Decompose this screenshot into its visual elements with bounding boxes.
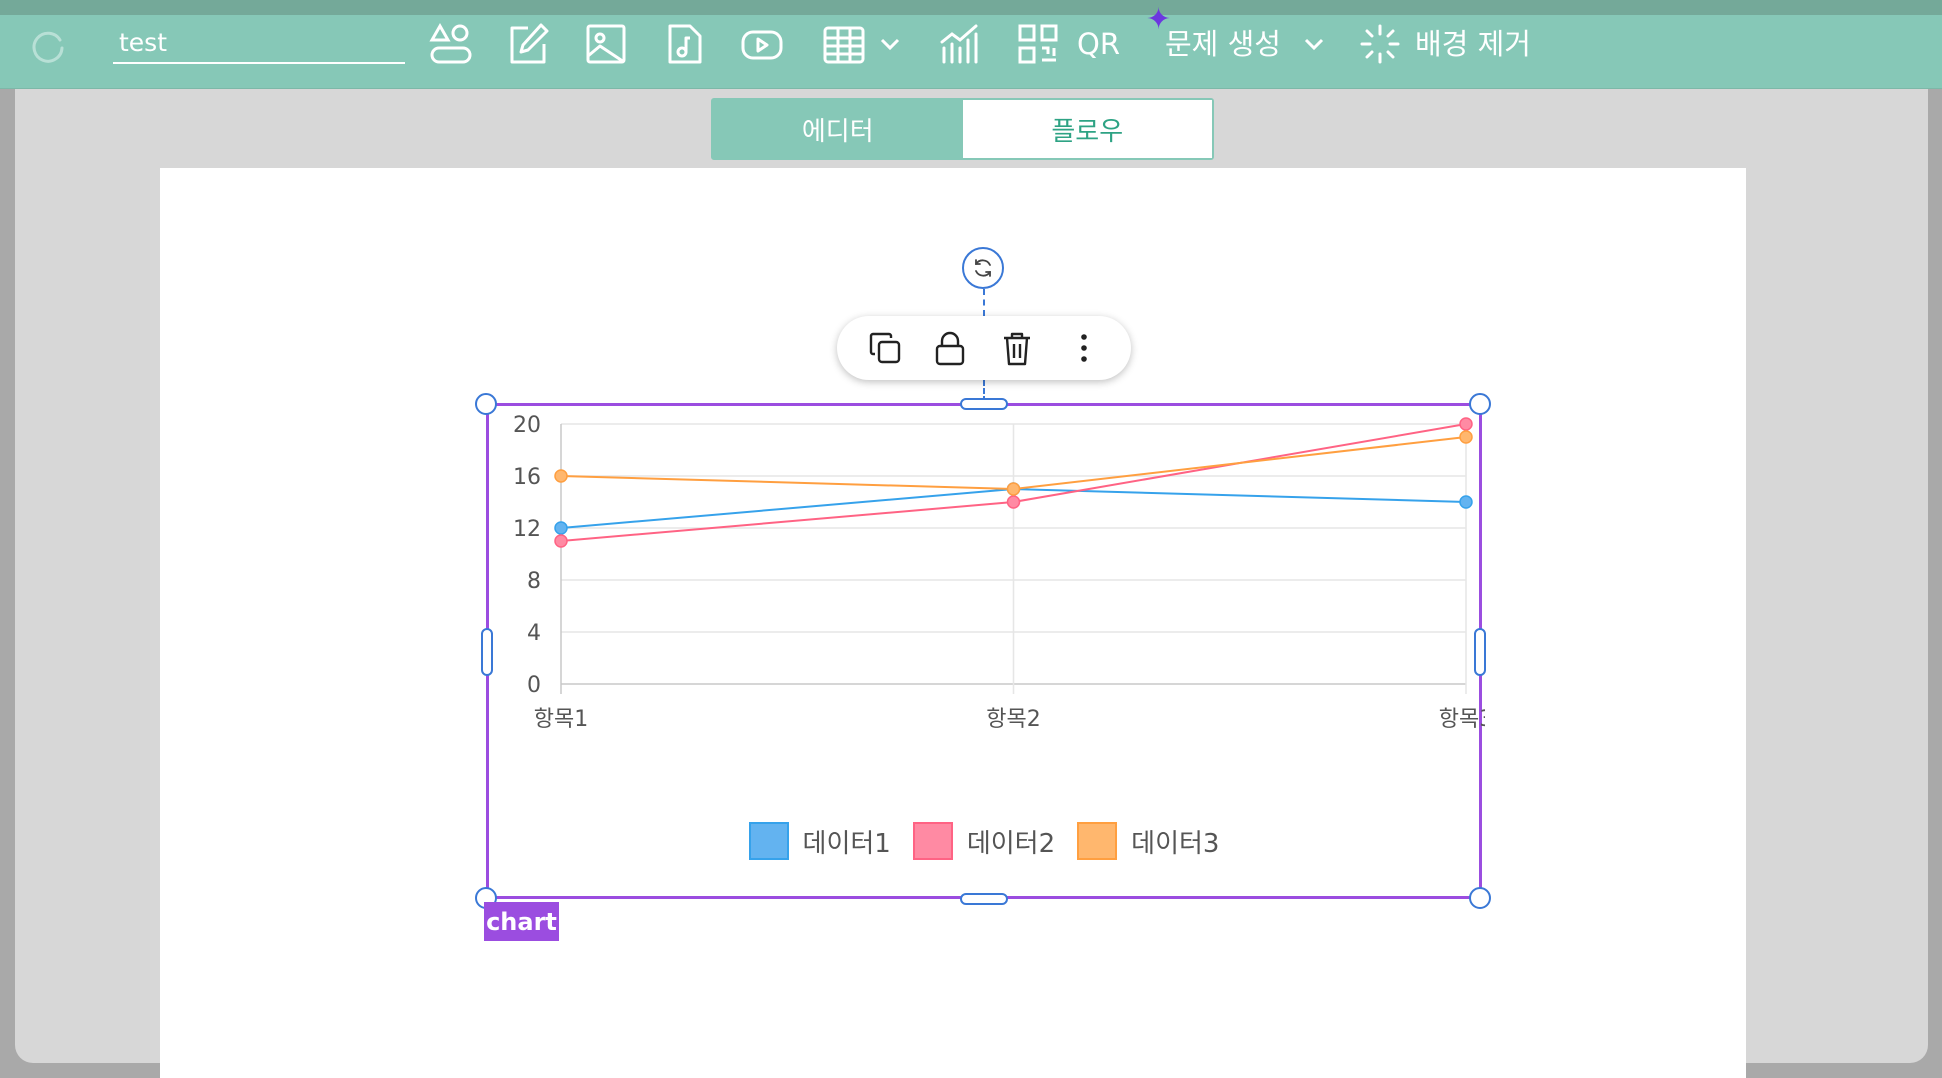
lock-icon[interactable] [932, 330, 968, 366]
top-toolbar: QR ✦ 문제 생성 배경 제거 [0, 0, 1942, 89]
mode-tabs: 에디터 플로우 [711, 98, 1214, 160]
x-tick-label: 항목1 [534, 707, 588, 732]
legend-item[interactable]: 데이터1 [748, 822, 891, 860]
data-point [1459, 417, 1473, 431]
chart-legend: 데이터1 데이터2 데이터3 [489, 822, 1479, 860]
data-point [1006, 495, 1021, 509]
element-toolbar [837, 316, 1131, 380]
tab-flow[interactable]: 플로우 [962, 100, 1212, 158]
music-file-icon[interactable] [660, 20, 708, 68]
chevron-down-icon[interactable] [1302, 20, 1326, 68]
y-tick-label: 12 [513, 517, 541, 542]
legend-swatch [912, 822, 953, 860]
y-tick-label: 16 [513, 465, 541, 490]
question-gen-button[interactable]: 문제 생성 [1165, 24, 1281, 64]
resize-handle-top[interactable] [960, 398, 1008, 410]
data-point [554, 469, 568, 483]
data-point [1006, 482, 1021, 496]
copy-icon[interactable] [867, 330, 903, 366]
y-tick-label: 4 [527, 621, 541, 646]
trash-icon[interactable] [999, 330, 1035, 366]
chevron-down-icon[interactable] [878, 20, 902, 68]
rotate-icon [975, 259, 991, 277]
edit-icon[interactable] [504, 20, 552, 68]
data-point [554, 521, 568, 535]
y-tick-label: 0 [527, 673, 541, 698]
qr-icon[interactable] [1014, 20, 1062, 68]
y-tick-label: 8 [527, 569, 541, 594]
more-vertical-icon[interactable] [1066, 330, 1102, 366]
bg-remove-button[interactable]: 배경 제거 [1415, 24, 1531, 64]
legend-swatch [1077, 822, 1118, 860]
legend-label: 데이터2 [966, 828, 1056, 859]
x-tick-label: 항목2 [986, 707, 1040, 732]
legend-label: 데이터3 [1131, 828, 1220, 859]
chart-icon[interactable] [934, 20, 982, 68]
resize-handle-top-left[interactable] [475, 393, 497, 415]
y-tick-label: 20 [513, 413, 541, 438]
data-point [1459, 430, 1473, 444]
legend-item[interactable]: 데이터3 [1077, 822, 1219, 860]
x-tick-label: 항목3 [1439, 707, 1485, 732]
tab-editor[interactable]: 에디터 [713, 100, 963, 158]
title-input[interactable] [113, 22, 405, 64]
data-point [1459, 495, 1473, 509]
resize-handle-top-right[interactable] [1469, 393, 1491, 415]
table-icon[interactable] [820, 20, 868, 68]
resize-handle-bottom[interactable] [960, 893, 1008, 905]
resize-handle-bottom-right[interactable] [1469, 887, 1491, 909]
element-type-tag: chart [484, 902, 559, 941]
shapes-icon[interactable] [426, 20, 474, 68]
qr-label[interactable]: QR [1077, 24, 1120, 64]
video-icon[interactable] [738, 20, 786, 68]
resize-handle-right[interactable] [1474, 628, 1486, 676]
rotate-handle[interactable] [962, 247, 1004, 289]
data-point [554, 534, 568, 548]
resize-handle-left[interactable] [481, 628, 493, 676]
chart-element[interactable]: 0 4 8 12 16 20 항목1 항목2 항목3 데이터1 데이터2 데이터3 [486, 403, 1485, 899]
legend-swatch [748, 822, 789, 860]
image-icon[interactable] [582, 20, 630, 68]
legend-label: 데이터1 [802, 828, 891, 859]
window-strip [0, 0, 1942, 15]
legend-item[interactable]: 데이터2 [912, 822, 1056, 860]
refresh-icon[interactable] [28, 26, 68, 66]
rotate-connector [983, 289, 985, 316]
loader-icon[interactable] [1356, 20, 1404, 68]
